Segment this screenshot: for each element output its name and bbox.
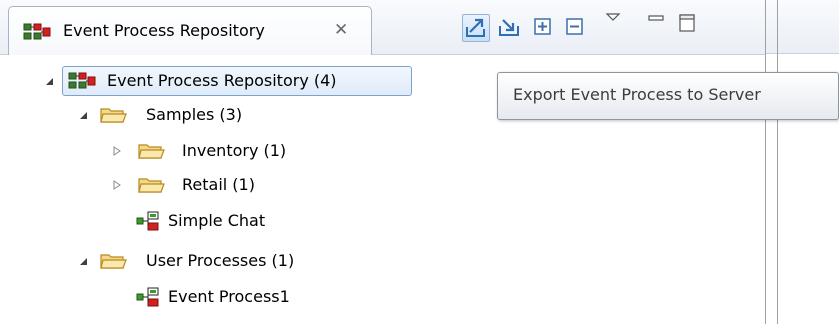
collapse-all-icon (566, 18, 583, 35)
minimize-icon (648, 15, 664, 21)
expanded-twisty-icon[interactable] (44, 76, 54, 86)
tree-item[interactable]: Inventory (1) (0, 136, 420, 166)
view-menu-icon (605, 13, 621, 21)
import-icon (499, 19, 519, 36)
expanded-twisty-icon[interactable] (78, 256, 88, 266)
folder-icon (99, 105, 127, 125)
maximize-icon (679, 14, 695, 32)
collapsed-twisty-icon[interactable] (112, 146, 122, 156)
tree-item[interactable]: Simple Chat (0, 206, 420, 236)
expand-all-button[interactable] (530, 14, 556, 40)
export-button[interactable] (462, 14, 490, 42)
tree-item[interactable]: Samples (3) (0, 100, 420, 130)
export-icon (466, 18, 485, 37)
close-icon[interactable]: ✕ (334, 20, 348, 40)
expand-all-icon (534, 18, 551, 35)
tree-root-label: Event Process Repository (4) (107, 71, 337, 90)
event-process-icon (135, 211, 163, 231)
tree-root[interactable]: Event Process Repository (4) (0, 66, 420, 96)
folder-icon (99, 251, 127, 271)
tooltip: Export Event Process to Server (497, 72, 839, 120)
import-button[interactable] (496, 14, 522, 40)
tree-item-label: Retail (1) (182, 175, 255, 194)
tree-item[interactable]: Event Process1 (0, 282, 420, 312)
tree-item-label: Inventory (1) (182, 141, 287, 160)
tree-item-label: Event Process1 (168, 287, 290, 306)
tree-item-label: Samples (3) (146, 105, 243, 124)
minimize-button[interactable] (646, 10, 666, 26)
repository-icon (23, 22, 51, 42)
folder-icon (137, 175, 165, 195)
tooltip-text: Export Event Process to Server (513, 85, 761, 104)
tree-item-label: User Processes (1) (146, 251, 295, 270)
folder-icon (137, 141, 165, 161)
expanded-twisty-icon[interactable] (78, 110, 88, 120)
view-divider (777, 0, 778, 324)
event-process-repository-view: Event Process Repository ✕ Event Process… (0, 0, 766, 324)
tree-item[interactable]: Retail (1) (0, 170, 420, 200)
repository-icon (68, 71, 96, 91)
collapsed-twisty-icon[interactable] (112, 180, 122, 190)
view-menu-button[interactable] (604, 10, 622, 26)
tree-item-label: Simple Chat (168, 211, 266, 230)
event-process-icon (135, 287, 163, 307)
maximize-button[interactable] (677, 12, 697, 34)
collapse-all-button[interactable] (562, 14, 588, 40)
view-tab-bar: Event Process Repository ✕ (0, 0, 765, 55)
tab-event-process-repository[interactable]: Event Process Repository ✕ (8, 6, 372, 55)
tree-item[interactable]: User Processes (1) (0, 246, 420, 276)
tab-title: Event Process Repository (63, 21, 265, 40)
